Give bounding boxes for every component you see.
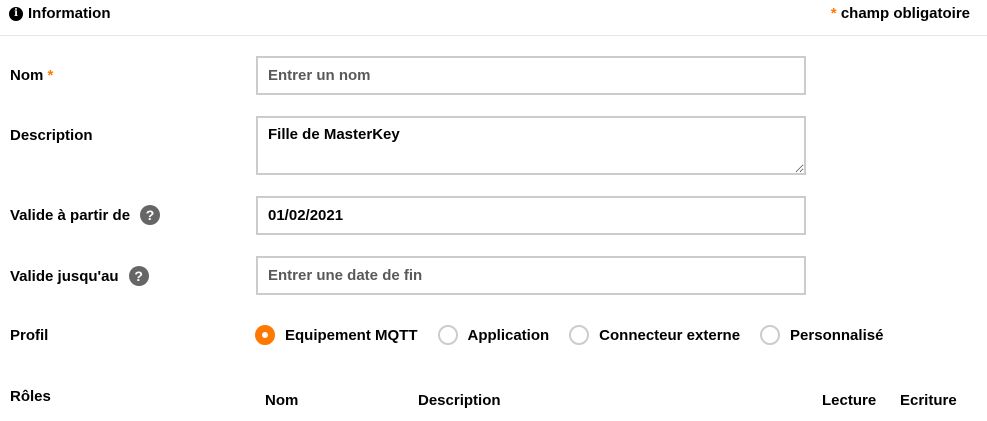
section-title: i Information: [9, 5, 111, 22]
radio-unchecked-icon[interactable]: [437, 325, 458, 345]
section-title-text: Information: [28, 5, 111, 22]
description-label: Description: [10, 127, 93, 144]
required-star: *: [830, 5, 837, 22]
profile-radio-group: Equipement MQTT Application Connecteur e…: [255, 325, 903, 345]
question-circle-icon[interactable]: ?: [140, 205, 161, 225]
radio-unchecked-icon[interactable]: [569, 325, 590, 345]
description-textarea[interactable]: Fille de MasterKey: [256, 116, 806, 175]
required-field-note: * champ obligatoire: [831, 5, 970, 22]
radio-checked-icon[interactable]: [255, 325, 275, 345]
profile-option-application[interactable]: Application: [437, 325, 549, 345]
required-note-text: champ obligatoire: [840, 5, 970, 22]
profile-option-external-connector[interactable]: Connecteur externe: [569, 325, 740, 345]
profile-option-mqtt[interactable]: Equipement MQTT: [255, 325, 418, 345]
profile-label: Profil: [10, 327, 49, 344]
name-label: Nom *: [10, 67, 54, 84]
valid-from-label: Valide à partir de ?: [10, 205, 161, 225]
radio-unchecked-icon[interactable]: [760, 325, 781, 345]
required-star: *: [47, 67, 54, 84]
question-circle-icon[interactable]: ?: [128, 266, 149, 286]
valid-until-label: Valide jusqu'au ?: [10, 266, 149, 286]
name-input[interactable]: [256, 56, 806, 95]
valid-until-input[interactable]: [256, 256, 806, 295]
information-header: i Information * champ obligatoire: [0, 0, 987, 36]
valid-from-input[interactable]: [256, 196, 806, 235]
profile-option-custom[interactable]: Personnalisé: [760, 325, 883, 345]
roles-column-name: Nom: [265, 392, 299, 409]
roles-column-read: Lecture: [822, 392, 877, 409]
info-circle-icon: i: [9, 6, 23, 21]
roles-column-description: Description: [418, 392, 501, 409]
roles-label: Rôles: [10, 388, 51, 405]
roles-column-write: Ecriture: [900, 392, 957, 409]
